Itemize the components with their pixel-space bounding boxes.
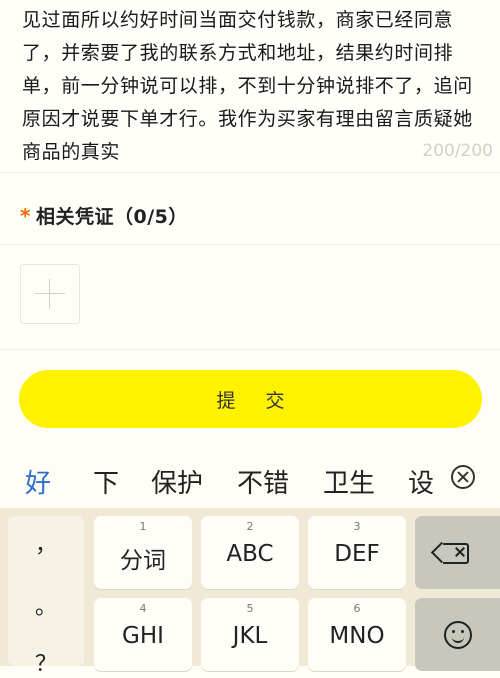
candidate-word[interactable]: 下 (93, 463, 119, 500)
key-number: 3 (353, 520, 361, 533)
evidence-title: 相关凭证（0/5） (36, 206, 188, 228)
candidate-word[interactable]: 设 (408, 463, 434, 500)
key-number: 1 (139, 520, 147, 533)
key-1-fenci[interactable]: 1 分词 (94, 516, 192, 589)
key-4-ghi[interactable]: 4 GHI (94, 598, 192, 671)
plus-icon (35, 293, 65, 294)
candidate-word[interactable]: 保护 (151, 463, 203, 500)
key-label: GHI (122, 623, 164, 649)
smiley-eye (452, 630, 455, 633)
key-number: 4 (139, 602, 147, 615)
submit-button[interactable]: 提 交 (19, 370, 482, 428)
upload-image-button[interactable] (20, 264, 80, 324)
key-label: MNO (329, 623, 385, 649)
punct-key-question[interactable]: ？ (8, 646, 84, 678)
key-label: 分词 (120, 548, 166, 574)
smiley-mouth (452, 635, 464, 643)
punct-key-comma[interactable]: ， (8, 527, 84, 559)
key-label: ABC (226, 541, 274, 567)
description-text[interactable]: 见过面所以约好时间当面交付钱款，商家已经同意了，并索要了我的联系方式和地址，结果… (22, 4, 482, 169)
required-marker: * (20, 204, 31, 228)
key-number: 5 (246, 602, 254, 615)
close-candidates-icon[interactable] (451, 465, 475, 489)
key-number: 6 (353, 602, 361, 615)
smiley-icon (444, 621, 472, 649)
divider (0, 244, 500, 245)
key-3-def[interactable]: 3 DEF (308, 516, 406, 589)
punct-key-period[interactable]: 。 (8, 589, 84, 621)
emoji-key[interactable] (415, 598, 500, 671)
plus-icon-vertical (49, 279, 50, 309)
key-5-jkl[interactable]: 5 JKL (201, 598, 299, 671)
smiley-eye (461, 630, 464, 633)
key-6-mno[interactable]: 6 MNO (308, 598, 406, 671)
candidate-word[interactable]: 不错 (237, 463, 289, 500)
key-label: DEF (334, 541, 380, 567)
char-counter: 200/200 (422, 141, 493, 161)
backspace-key[interactable] (415, 516, 500, 589)
divider (0, 349, 500, 350)
description-textarea[interactable]: 见过面所以约好时间当面交付钱款，商家已经同意了，并索要了我的联系方式和地址，结果… (0, 0, 500, 172)
candidate-word[interactable]: 卫生 (323, 463, 375, 500)
key-number: 2 (246, 520, 254, 533)
key-label: JKL (232, 623, 268, 649)
key-2-abc[interactable]: 2 ABC (201, 516, 299, 589)
divider (0, 172, 500, 173)
candidate-word[interactable]: 好 (25, 463, 51, 500)
